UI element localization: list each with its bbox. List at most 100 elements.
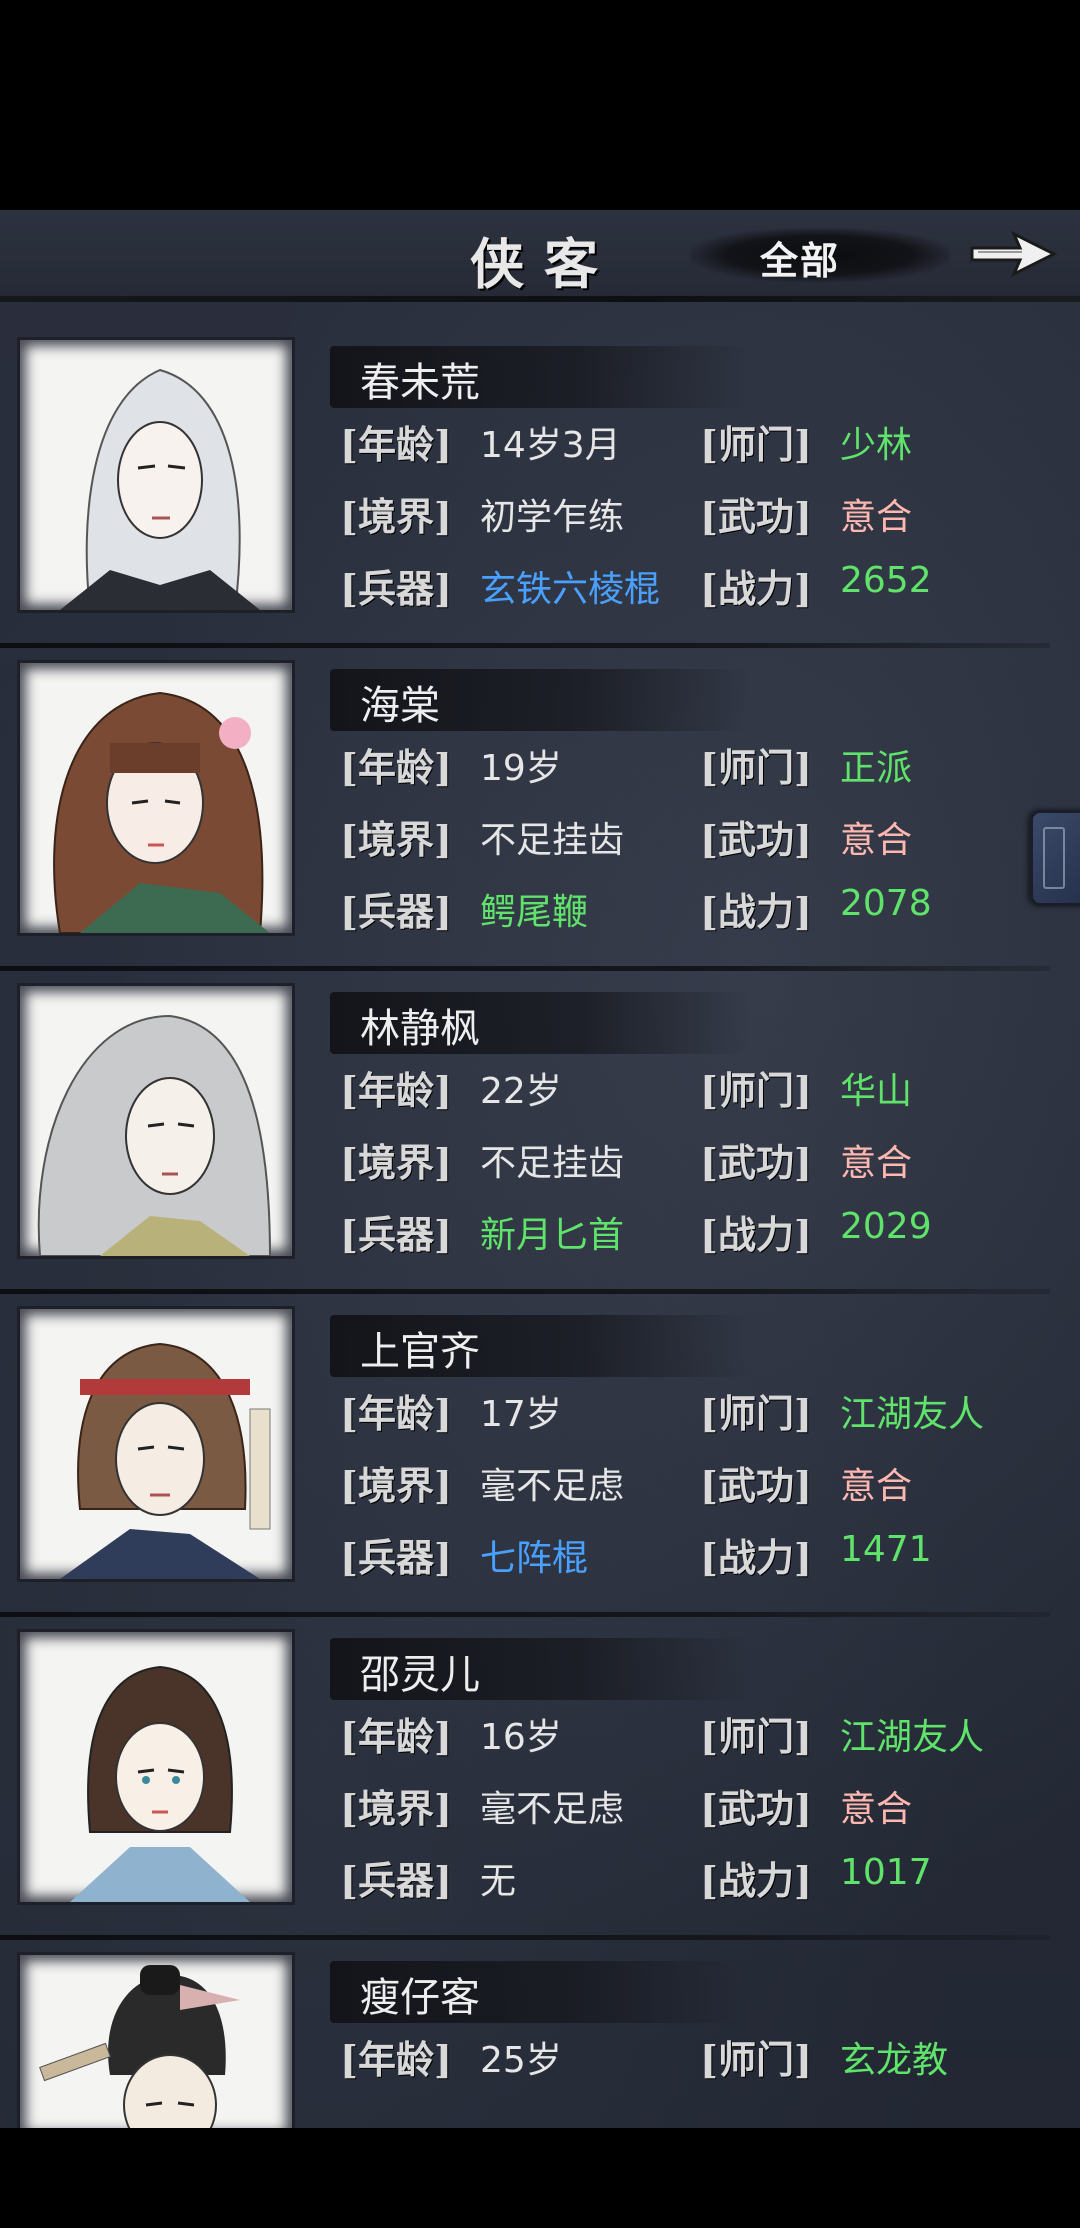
power-label: [战力] xyxy=(700,566,812,611)
realm-label: [境界] xyxy=(340,817,452,862)
hero-card[interactable]: 林静枫 [年龄] 22岁 [师门] 华山 [境界] 不足挂齿 [武功] 意合 [… xyxy=(0,976,1050,1294)
weapon-label: [兵器] xyxy=(340,1212,452,1257)
row-realm-martial: [境界] 不足挂齿 [武功] 意合 xyxy=(340,809,1080,865)
row-weapon-power: [兵器] 七阵棍 [战力] 1471 xyxy=(340,1527,1080,1583)
age-label: [年龄] xyxy=(340,1068,452,1113)
hero-card[interactable]: 上官齐 [年龄] 17岁 [师门] 江湖友人 [境界] 毫不足虑 [武功] 意合… xyxy=(0,1299,1050,1617)
age-value: 19岁 xyxy=(480,748,562,789)
martial-label: [武功] xyxy=(700,1463,812,1508)
hero-portrait xyxy=(20,663,292,933)
hero-portrait xyxy=(20,1309,292,1579)
power-label: [战力] xyxy=(700,1535,812,1580)
weapon-label: [兵器] xyxy=(340,1535,452,1580)
age-label: [年龄] xyxy=(340,422,452,467)
bottom-bezel xyxy=(0,2128,1080,2228)
weapon-label: [兵器] xyxy=(340,1858,452,1903)
martial-value: 意合 xyxy=(840,1143,913,1184)
hero-name: 邵灵儿 xyxy=(360,1652,480,1698)
row-age-sect: [年龄] 16岁 [师门] 江湖友人 xyxy=(340,1706,1080,1762)
hero-name: 上官齐 xyxy=(360,1329,480,1375)
realm-label: [境界] xyxy=(340,494,452,539)
sect-value: 江湖友人 xyxy=(840,1717,985,1758)
row-age-sect: [年龄] 19岁 [师门] 正派 xyxy=(340,737,1080,793)
card-divider xyxy=(0,1612,1050,1617)
martial-label: [武功] xyxy=(700,817,812,862)
age-label: [年龄] xyxy=(340,1391,452,1436)
row-realm-martial: [境界] 毫不足虑 [武功] 意合 xyxy=(340,1455,1080,1511)
sect-value: 玄龙教 xyxy=(840,2040,949,2081)
hero-panel: 侠客 全部 春未荒 [年龄] 14岁3月 [师门] 少林 [境界] 初学乍练 [… xyxy=(0,210,1080,2128)
weapon-value: 鳄尾鞭 xyxy=(480,892,589,933)
age-label: [年龄] xyxy=(340,745,452,790)
row-realm-martial: [境界] 初学乍练 [武功] 意合 xyxy=(340,486,1080,542)
martial-value: 意合 xyxy=(840,1466,913,1507)
hero-name: 海棠 xyxy=(360,683,440,729)
hero-card[interactable]: 邵灵儿 [年龄] 16岁 [师门] 江湖友人 [境界] 毫不足虑 [武功] 意合… xyxy=(0,1622,1050,1940)
martial-value: 意合 xyxy=(840,1789,913,1830)
realm-value: 毫不足虑 xyxy=(480,1789,625,1830)
row-weapon-power: [兵器] 鳄尾鞭 [战力] 2078 xyxy=(340,881,1080,937)
power-label: [战力] xyxy=(700,1858,812,1903)
sect-label: [师门] xyxy=(700,745,812,790)
screen: 侠客 全部 春未荒 [年龄] 14岁3月 [师门] 少林 [境界] 初学乍练 [… xyxy=(0,0,1080,2228)
sect-label: [师门] xyxy=(700,1068,812,1113)
header-bar: 侠客 全部 xyxy=(0,210,1080,302)
sect-label: [师门] xyxy=(700,1714,812,1759)
hero-card[interactable]: 瘦仔客 [年龄] 25岁 [师门] 玄龙教 xyxy=(0,1945,1050,2128)
power-label: [战力] xyxy=(700,1212,812,1257)
sect-value: 华山 xyxy=(840,1071,913,1112)
sect-value: 少林 xyxy=(840,425,913,466)
card-divider xyxy=(0,966,1050,971)
weapon-label: [兵器] xyxy=(340,889,452,934)
weapon-value: 七阵棍 xyxy=(480,1538,589,1579)
martial-value: 意合 xyxy=(840,820,913,861)
card-divider xyxy=(0,1289,1050,1294)
header-divider xyxy=(0,296,1080,302)
row-age-sect: [年龄] 25岁 [师门] 玄龙教 xyxy=(340,2029,1080,2085)
card-divider xyxy=(0,1935,1050,1940)
power-value: 1471 xyxy=(840,1529,932,1570)
sect-value: 江湖友人 xyxy=(840,1394,985,1435)
hero-name: 林静枫 xyxy=(360,1006,480,1052)
age-label: [年龄] xyxy=(340,1714,452,1759)
age-value: 16岁 xyxy=(480,1717,562,1758)
realm-value: 毫不足虑 xyxy=(480,1466,625,1507)
arrow-right-icon[interactable] xyxy=(968,224,1058,284)
hero-card[interactable]: 春未荒 [年龄] 14岁3月 [师门] 少林 [境界] 初学乍练 [武功] 意合… xyxy=(0,330,1050,648)
age-value: 22岁 xyxy=(480,1071,562,1112)
hero-name: 春未荒 xyxy=(360,360,480,406)
sect-label: [师门] xyxy=(700,422,812,467)
martial-label: [武功] xyxy=(700,1786,812,1831)
age-label: [年龄] xyxy=(340,2037,452,2082)
weapon-value: 玄铁六棱棍 xyxy=(480,569,661,610)
realm-value: 不足挂齿 xyxy=(480,820,625,861)
hero-card[interactable]: 海棠 [年龄] 19岁 [师门] 正派 [境界] 不足挂齿 [武功] 意合 [兵… xyxy=(0,653,1050,971)
weapon-label: [兵器] xyxy=(340,566,452,611)
martial-label: [武功] xyxy=(700,494,812,539)
power-value: 1017 xyxy=(840,1852,932,1893)
realm-label: [境界] xyxy=(340,1463,452,1508)
hero-name: 瘦仔客 xyxy=(360,1975,480,2021)
realm-value: 初学乍练 xyxy=(480,497,625,538)
row-age-sect: [年龄] 17岁 [师门] 江湖友人 xyxy=(340,1383,1080,1439)
power-value: 2652 xyxy=(840,560,932,601)
martial-label: [武功] xyxy=(700,1140,812,1185)
sect-value: 正派 xyxy=(840,748,913,789)
weapon-value: 新月匕首 xyxy=(480,1215,625,1256)
realm-label: [境界] xyxy=(340,1786,452,1831)
row-age-sect: [年龄] 22岁 [师门] 华山 xyxy=(340,1060,1080,1116)
page-title: 侠客 xyxy=(470,232,618,296)
age-value: 25岁 xyxy=(480,2040,562,2081)
power-value: 2078 xyxy=(840,883,932,924)
card-divider xyxy=(0,643,1050,648)
row-weapon-power: [兵器] 新月匕首 [战力] 2029 xyxy=(340,1204,1080,1260)
hero-portrait xyxy=(20,340,292,610)
hero-portrait xyxy=(20,986,292,1256)
row-weapon-power: [兵器] 玄铁六棱棍 [战力] 2652 xyxy=(340,558,1080,614)
sect-label: [师门] xyxy=(700,1391,812,1436)
age-value: 14岁3月 xyxy=(480,425,621,466)
weapon-value: 无 xyxy=(480,1861,517,1902)
filter-dropdown[interactable]: 全部 xyxy=(760,230,840,285)
realm-label: [境界] xyxy=(340,1140,452,1185)
row-age-sect: [年龄] 14岁3月 [师门] 少林 xyxy=(340,414,1080,470)
